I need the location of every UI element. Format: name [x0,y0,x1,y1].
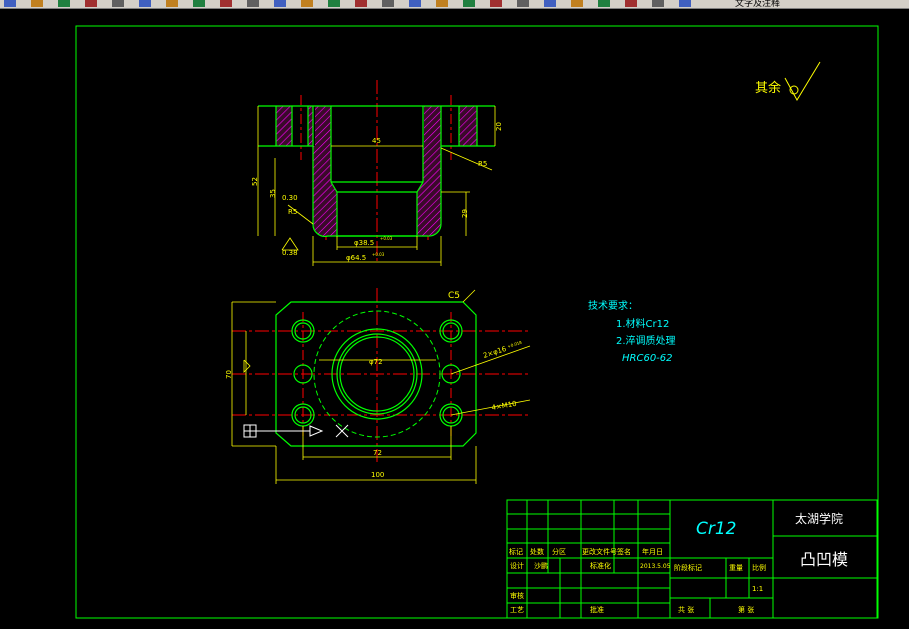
dim-20: 20 [495,122,503,131]
weight-label: 重量 [729,564,743,572]
layer-prev-icon[interactable] [652,0,664,7]
dim-29: 29 [461,209,469,218]
notes-title: 技术要求： [588,299,638,312]
dim-phi38: φ38.5 [354,239,374,247]
designer: 沙鹏 [534,561,548,570]
zoom-window-icon[interactable] [328,0,340,7]
check-label: 审核 [510,591,524,600]
help-icon[interactable] [571,0,583,7]
markup-icon[interactable] [517,0,529,7]
open-icon[interactable] [4,0,16,7]
scale-label: 比例 [752,563,766,572]
section-view: 45 20 R5 52 35 0.30 R5 29 0.38 φ38.5 +0.… [251,80,503,266]
dim-72: 72 [373,449,382,457]
sheet-label: 第 张 [738,605,754,614]
pan-icon[interactable] [274,0,286,7]
dim-4m10: 4×M10 [491,400,517,412]
dim-r5-lower: R5 [288,208,297,216]
dim-phi64: φ64.5 [346,254,366,262]
roughness-label: 其余 [755,80,781,96]
dim-45: 45 [372,137,381,145]
note-3: HRC60-62 [622,353,673,364]
sheets-label: 共 张 [678,605,694,614]
roughness-symbol: 其余 [755,61,821,102]
layer-state-icon[interactable] [625,0,637,7]
layer-icon[interactable] [598,0,610,7]
dim-phi64-tol: +0.03 [372,252,385,257]
drawing-canvas[interactable]: 其余 45 20 R5 52 35 0.30 R5 29 0.38 φ38.5 … [0,8,909,629]
note-1: 1.材料Cr12 [616,317,669,330]
technical-notes: 技术要求： 1.材料Cr12 2.淬调质处理 HRC60-62 [588,299,676,364]
plan-view: C5 φ72 2×φ16 +0.018 4×M10 70 72 100 [225,288,531,484]
approve-label: 批准 [590,605,604,614]
date-cell: 2013.5.05 [640,563,671,570]
zoom-previous-icon[interactable] [355,0,367,7]
stage-label: 阶段标记 [674,563,702,572]
designcenter-icon[interactable] [436,0,448,7]
style-icon[interactable] [679,0,691,7]
dim-35: 35 [269,189,277,198]
dim-2phi16-tol: +0.018 [507,339,523,348]
chamfer-label: C5 [448,291,460,301]
copy-icon[interactable] [139,0,151,7]
dim-2phi16: 2×φ16 [482,345,508,360]
school-cell: 太湖学院 [795,511,843,526]
zoom-extents-icon[interactable] [382,0,394,7]
undo-icon[interactable] [220,0,232,7]
dim-030: 0.30 [282,194,298,202]
part-name-cell: 凸凹模 [800,550,848,569]
dim-038: 0.38 [282,249,298,257]
title-block: Cr12 太湖学院 凸凹模 标记 处数 分区 更改文件号 签名 年月日 设计 沙… [506,499,878,619]
properties-icon[interactable] [409,0,421,7]
dim-100: 100 [371,471,384,479]
process-label: 工艺 [510,606,524,614]
save-icon[interactable] [31,0,43,7]
standard-label: 标准化 [590,561,611,570]
preview-icon[interactable] [85,0,97,7]
calculator-icon[interactable] [544,0,556,7]
hdr-date: 年月日 [642,547,663,556]
dim-phi38-tol: +0.03 [380,236,393,241]
dim-52: 52 [251,177,259,186]
dim-r5: R5 [478,160,487,168]
design-label: 设计 [510,561,524,570]
print-icon[interactable] [58,0,70,7]
hdr-sign: 签名 [617,547,631,556]
hdr-count: 处数 [530,547,544,556]
redo-icon[interactable] [247,0,259,7]
tool-palettes-icon[interactable] [463,0,475,7]
sheetset-icon[interactable] [490,0,502,7]
hdr-zone: 分区 [552,547,566,556]
dim-70: 70 [225,370,233,379]
cut-icon[interactable] [112,0,124,7]
material-cell: Cr12 [696,519,737,539]
paste-icon[interactable] [166,0,178,7]
match-icon[interactable] [193,0,205,7]
scale-value: 1:1 [752,585,763,593]
hdr-change-doc: 更改文件号 [582,547,617,556]
dim-phi72: φ72 [369,358,383,366]
hdr-mark: 标记 [509,547,523,556]
zoom-realtime-icon[interactable] [301,0,313,7]
note-2: 2.淬调质处理 [616,334,676,347]
